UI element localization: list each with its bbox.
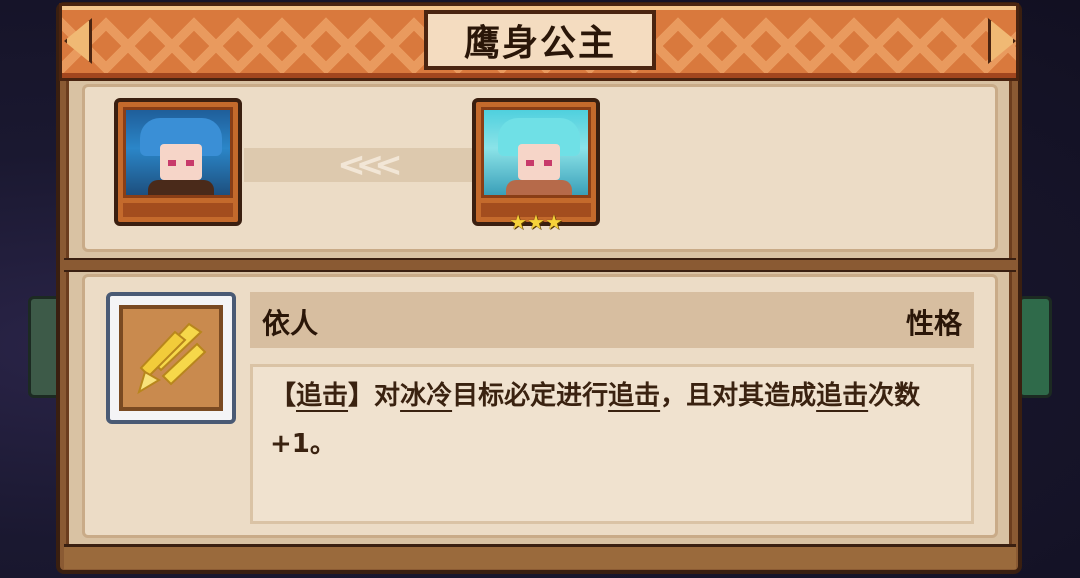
desc-bracket-close: 】: [348, 381, 375, 411]
portrait-art: [481, 107, 591, 198]
trait-icon-tile: [119, 305, 223, 411]
desc-text-2: 目标必定进行: [452, 381, 609, 411]
trait-name: 依人: [262, 307, 319, 340]
trait-icon-frame[interactable]: [106, 292, 236, 424]
trait-name-bar: [250, 292, 974, 348]
star-rating: ★★★: [509, 210, 563, 234]
panel-bottom-rim: [64, 544, 1016, 569]
yellow-strike-icon: [137, 322, 207, 395]
body-shape: [506, 180, 572, 195]
eye-left: [168, 160, 176, 166]
hero-portrait-base[interactable]: [114, 98, 242, 226]
eye-left: [526, 160, 534, 166]
evolution-arrow-icon: <<<: [337, 145, 402, 185]
hero-portrait-evolved[interactable]: [472, 98, 600, 226]
desc-text-3: ，且对其造成: [660, 381, 817, 411]
section-divider: [64, 258, 1016, 272]
keyword-pursuit[interactable]: 追击: [296, 381, 348, 411]
body-shape: [148, 180, 214, 195]
eye-right: [186, 160, 194, 166]
trait-description: 【追击】对冰冷目标必定进行追击，且对其造成追击次数+1。: [270, 372, 960, 468]
background-side-tab-right: [1018, 296, 1052, 398]
portrait-footer: [123, 203, 233, 217]
face-shape: [160, 144, 202, 180]
desc-text-1: 对: [374, 381, 401, 411]
keyword-pursuit[interactable]: 追击: [608, 381, 660, 411]
face-shape: [518, 144, 560, 180]
keyword-pursuit[interactable]: 追击: [816, 381, 868, 411]
page-title: 鹰身公主: [424, 10, 656, 70]
eye-right: [544, 160, 552, 166]
desc-bracket-open: 【: [270, 381, 297, 411]
trait-type-label: 性格: [905, 307, 962, 340]
portrait-art: [123, 107, 233, 198]
keyword-frozen[interactable]: 冰冷: [400, 381, 452, 411]
